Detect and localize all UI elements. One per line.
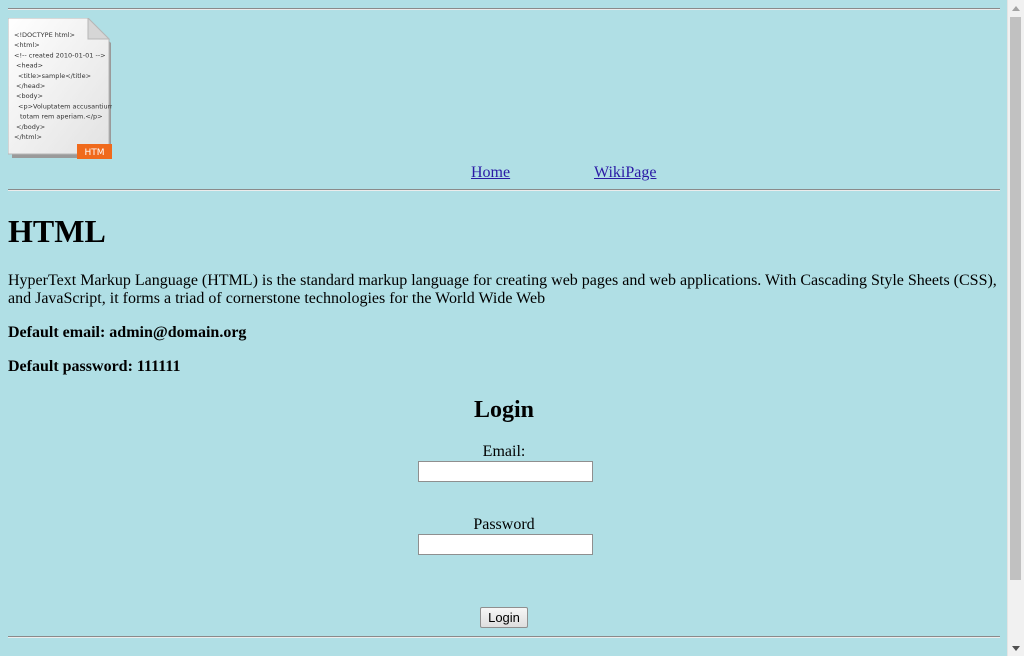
password-input[interactable] [418, 534, 593, 555]
htm-badge-label: HTM [84, 148, 104, 158]
nav-link-home[interactable]: Home [471, 164, 510, 182]
scroll-up-arrow-icon[interactable] [1008, 0, 1024, 16]
logo-code-line: totam rem aperiam.</p> [20, 113, 103, 121]
login-button[interactable]: Login [480, 607, 528, 628]
nav-bar: Home WikiPage [8, 164, 1000, 184]
browser-viewport: <!DOCTYPE html> <html> <!-- created 2010-0… [0, 0, 1024, 656]
bottom-divider [8, 636, 1000, 638]
logo-code-line: </head> [16, 82, 45, 90]
default-email-note: Default email: admin@domain.org [8, 324, 247, 341]
top-divider [8, 8, 1000, 10]
email-input[interactable] [418, 461, 593, 482]
login-heading: Login [473, 397, 535, 423]
logo-code-line: </html> [14, 133, 42, 141]
logo-code-line: <html> [14, 41, 40, 49]
nav-link-wikipage[interactable]: WikiPage [594, 164, 656, 182]
page-title: HTML [8, 213, 106, 249]
logo-code-line: <p>Voluptatem accusantium [18, 102, 112, 110]
nav-divider [8, 189, 1000, 191]
logo-code-line: </body> [16, 123, 45, 131]
logo-code-line: <title>sample</title> [18, 72, 91, 80]
logo-code-line: <head> [16, 62, 43, 70]
scroll-down-arrow-icon[interactable] [1008, 640, 1024, 656]
logo-code-line: <!-- created 2010-01-01 --> [14, 51, 106, 59]
page-description: HyperText Markup Language (HTML) is the … [8, 272, 997, 307]
email-label: Email: [482, 443, 526, 460]
logo-code-line: <body> [16, 92, 43, 100]
logo-code-line: <!DOCTYPE html> [14, 31, 75, 39]
scrollbar-thumb[interactable] [1010, 17, 1021, 580]
default-password-note: Default password: 111111 [8, 358, 181, 375]
password-label: Password [473, 516, 535, 533]
html-document-icon: <!DOCTYPE html> <html> <!-- created 2010-0… [8, 18, 112, 159]
vertical-scrollbar[interactable] [1007, 0, 1024, 656]
